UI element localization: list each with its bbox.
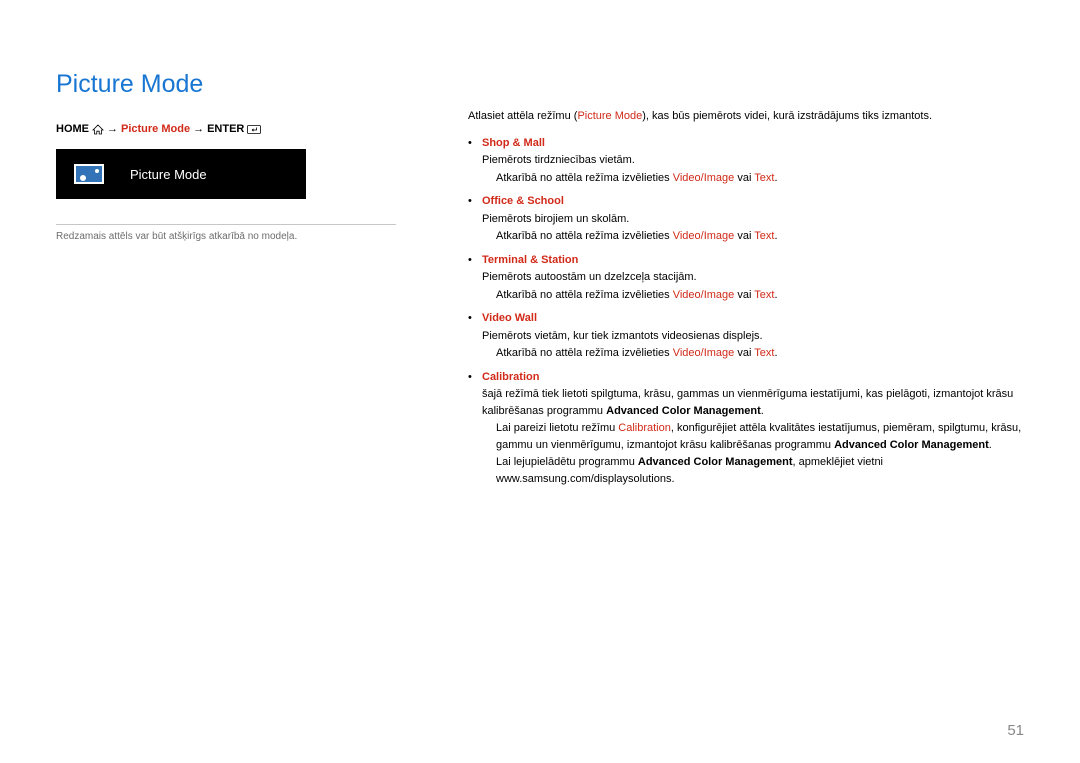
mode-subnote: Atkarībā no attēla režīma izvēlieties Vi… xyxy=(482,228,1024,245)
mode-desc: Piemērots tirdzniecības vietām. xyxy=(482,152,1024,169)
page-title: Picture Mode xyxy=(56,70,396,99)
arrow-icon: → xyxy=(193,123,204,135)
arrow-icon: → xyxy=(107,123,118,135)
mode-desc: Piemērots autoostām un dzelzceļa stacijā… xyxy=(482,269,1024,286)
enter-icon xyxy=(247,124,261,135)
intro-text: Atlasiet attēla režīmu (Picture Mode), k… xyxy=(468,108,1024,125)
list-item-shop-mall: Shop & Mall Piemērots tirdzniecības viet… xyxy=(468,135,1024,187)
intro-post: ), kas būs piemērots videi, kurā izstrād… xyxy=(642,110,932,122)
divider xyxy=(56,224,396,225)
intro-term: Picture Mode xyxy=(577,110,642,122)
breadcrumb-home: HOME xyxy=(56,123,89,135)
breadcrumb-picture-mode: Picture Mode xyxy=(121,123,190,135)
home-icon xyxy=(92,124,104,135)
list-item-calibration: Calibration šajā režīmā tiek lietoti spi… xyxy=(468,369,1024,488)
mode-desc: šajā režīmā tiek lietoti spilgtuma, krās… xyxy=(482,386,1024,419)
note-text: Redzamais attēls var būt atšķirīgs atkar… xyxy=(56,231,396,242)
mode-list: Shop & Mall Piemērots tirdzniecības viet… xyxy=(468,135,1024,488)
breadcrumb: HOME → Picture Mode → ENTER xyxy=(56,123,396,135)
list-item-office-school: Office & School Piemērots birojiem un sk… xyxy=(468,193,1024,245)
page-number: 51 xyxy=(1007,722,1024,739)
mode-desc: Piemērots birojiem un skolām. xyxy=(482,211,1024,228)
breadcrumb-enter: ENTER xyxy=(207,123,244,135)
mode-name: Terminal & Station xyxy=(482,252,1024,269)
mode-name: Shop & Mall xyxy=(482,135,1024,152)
mode-desc: Piemērots vietām, kur tiek izmantots vid… xyxy=(482,328,1024,345)
mode-name: Office & School xyxy=(482,193,1024,210)
mode-name: Calibration xyxy=(482,369,1024,386)
mode-subnote: Lai pareizi lietotu režīmu Calibration, … xyxy=(482,420,1024,453)
mode-name: Video Wall xyxy=(482,310,1024,327)
mode-subnote: Atkarībā no attēla režīma izvēlieties Vi… xyxy=(482,170,1024,187)
ui-preview: Picture Mode xyxy=(56,149,306,199)
list-item-video-wall: Video Wall Piemērots vietām, kur tiek iz… xyxy=(468,310,1024,362)
mode-subnote: Atkarībā no attēla režīma izvēlieties Vi… xyxy=(482,345,1024,362)
mode-subnote: Lai lejupielādētu programmu Advanced Col… xyxy=(482,454,1024,487)
list-item-terminal-station: Terminal & Station Piemērots autoostām u… xyxy=(468,252,1024,304)
ui-preview-label: Picture Mode xyxy=(130,167,207,182)
intro-pre: Atlasiet attēla režīmu ( xyxy=(468,110,577,122)
picture-mode-icon xyxy=(74,164,104,184)
mode-subnote: Atkarībā no attēla režīma izvēlieties Vi… xyxy=(482,287,1024,304)
